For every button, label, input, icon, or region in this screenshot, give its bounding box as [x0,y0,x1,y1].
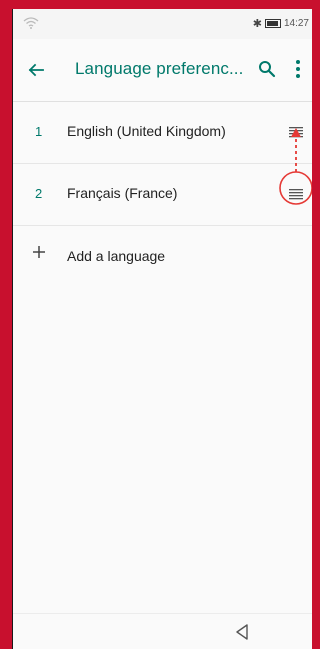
drag-handle-icon[interactable] [289,126,303,138]
battery-icon [264,19,281,28]
app-bar: Language preferenc... [13,39,312,102]
language-row-1[interactable]: 1 English (United Kingdom) [13,102,312,164]
search-icon[interactable] [257,59,277,79]
language-label: English (United Kingdom) [67,123,226,139]
plus-icon [33,246,45,258]
status-bar: ✱ 14:27 [13,9,312,39]
language-list: 1 English (United Kingdom) 2 Français (F… [13,102,312,288]
drag-handle-icon[interactable] [289,188,303,200]
screen: ✱ 14:27 Language preferenc... 1 English … [12,9,312,649]
device-frame: ✱ 14:27 Language preferenc... 1 English … [0,0,312,649]
language-index: 2 [35,186,43,201]
wifi-icon [23,17,39,29]
navigation-bar [13,613,312,649]
status-right: ✱ 14:27 [253,17,309,30]
more-vert-icon[interactable] [293,58,303,80]
language-label: Français (France) [67,185,178,201]
status-time: 14:27 [283,18,309,29]
triangle-back-icon[interactable] [234,623,250,641]
arrow-left-icon[interactable] [25,59,47,81]
language-index: 1 [35,124,43,139]
add-language-button[interactable]: Add a language [13,226,312,288]
page-title: Language preferenc... [75,59,244,78]
language-row-2[interactable]: 2 Français (France) [13,164,312,226]
bluetooth-icon: ✱ [252,18,262,30]
add-language-label: Add a language [67,248,166,264]
